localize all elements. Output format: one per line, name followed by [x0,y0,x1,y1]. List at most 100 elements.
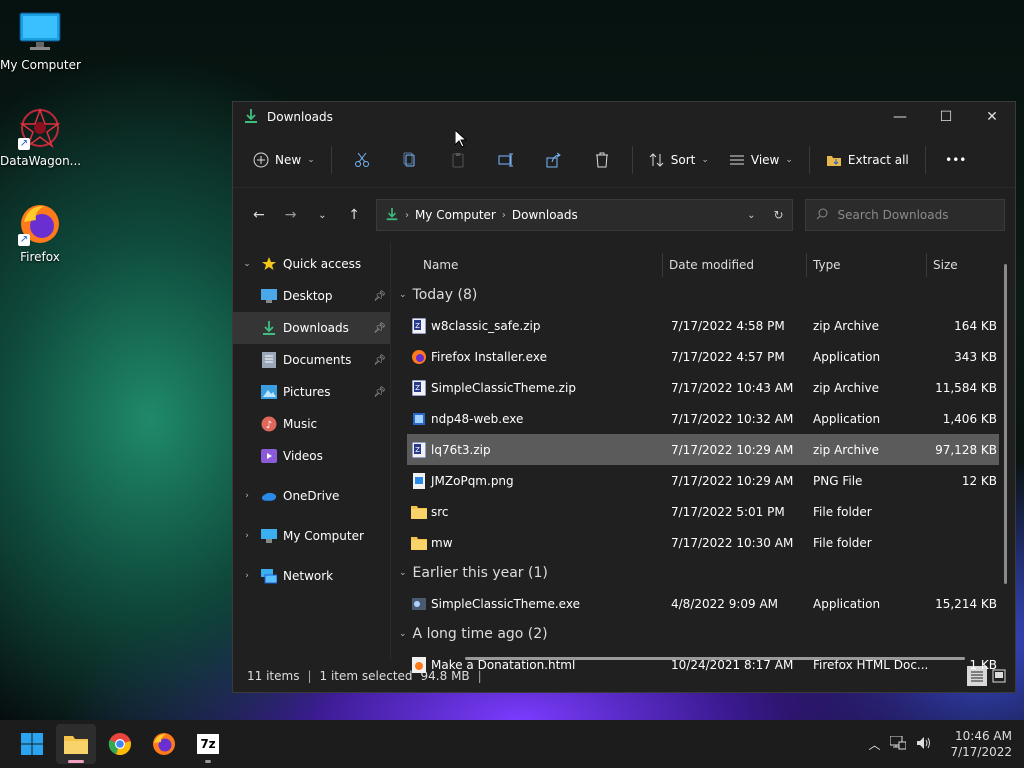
file-name: SimpleClassicTheme.zip [431,380,576,395]
taskbar-7zip[interactable]: 7z [188,724,228,764]
sidebar-item-downloads[interactable]: Downloads 📌︎ [233,312,390,344]
sidebar-item-documents[interactable]: Documents 📌︎ [233,344,390,376]
horizontal-scrollbar[interactable] [465,657,965,660]
column-header-name[interactable]: Name [391,253,663,277]
clock-date: 7/17/2022 [950,745,1012,759]
date-modified-cell: 7/17/2022 4:58 PM [671,318,785,333]
taskbar-file-explorer[interactable] [56,724,96,764]
new-button[interactable]: New ⌄ [243,144,325,176]
desktop-icon-my-computer[interactable]: My Computer [0,10,81,72]
chevron-down-icon[interactable]: ⌄ [399,629,407,639]
recent-locations-chevron-icon[interactable]: ⌄ [306,200,338,230]
file-row[interactable]: mw 7/17/2022 10:30 AM File folder [407,527,999,558]
group-header-today[interactable]: ⌄ Today (8) [391,280,1015,310]
desktop-icon-firefox[interactable]: ↗ Firefox [0,202,80,264]
rename-button[interactable] [482,144,530,176]
pictures-icon [261,384,277,400]
chevron-right-icon[interactable]: › [239,531,255,541]
cut-button[interactable] [338,144,386,176]
pin-icon[interactable]: 📌︎ [373,291,386,302]
navigation-bar: ← → ⌄ ↑ › My Computer › Downloads ⌄ ↻ Se… [233,188,1015,242]
folder-icon [64,736,88,754]
chevron-down-icon[interactable]: ⌄ [399,290,407,300]
sidebar-item-onedrive[interactable]: › OneDrive [233,480,390,512]
vertical-scrollbar[interactable] [1004,264,1007,584]
sidebar-item-network[interactable]: › Network [233,560,390,592]
file-row[interactable]: SimpleClassicTheme.exe 4/8/2022 9:09 AM Ap… [407,588,999,619]
extract-all-button[interactable]: Extract all [816,144,919,176]
chevron-right-icon: › [404,209,409,221]
chevron-down-icon: ⌄ [307,154,315,165]
column-header-type[interactable]: Type [807,253,927,277]
file-row[interactable]: ndp48-web.exe 7/17/2022 10:32 AM Applicati… [407,403,999,434]
sidebar-item-videos[interactable]: Videos [233,440,390,472]
svg-text:Z: Z [415,446,420,454]
minimize-button[interactable]: — [877,102,923,132]
status-separator: | [307,669,312,683]
view-list-icon [729,155,744,164]
address-bar[interactable]: › My Computer › Downloads ⌄ ↻ [375,199,793,231]
refresh-icon[interactable]: ↻ [773,208,783,222]
file-row[interactable]: Make a Donatation.html 10/24/2021 8:17 AM… [407,649,999,680]
address-dropdown-chevron-icon[interactable]: ⌄ [747,210,755,221]
network-status-icon[interactable] [889,735,907,753]
file-row[interactable]: Firefox Installer.exe 7/17/2022 4:57 PM Ap… [407,341,999,372]
up-arrow-icon[interactable]: ↑ [338,200,370,230]
sidebar-item-my-computer[interactable]: › My Computer [233,520,390,552]
sort-button[interactable]: Sort ⌄ [639,144,719,176]
sidebar-item-desktop[interactable]: Desktop 📌︎ [233,280,390,312]
taskbar-firefox[interactable] [144,724,184,764]
chevron-down-icon[interactable]: ⌄ [239,259,255,269]
file-row[interactable]: JMZoPqm.png 7/17/2022 10:29 AM PNG File 12 … [407,465,999,496]
datawagon-logo-icon: ↗ [18,106,62,150]
maximize-button[interactable]: ☐ [923,102,969,132]
search-box[interactable]: Search Downloads [804,199,1006,231]
chevron-down-icon[interactable]: ⌄ [399,568,407,578]
group-header-earlier-this-year[interactable]: ⌄ Earlier this year (1) [391,558,1015,588]
desktop-icon-datawagon[interactable]: ↗ DataWagon... [0,106,81,168]
forward-arrow-icon[interactable]: → [275,200,307,230]
sidebar-item-label: Downloads [283,321,349,335]
computer-icon [261,528,277,544]
title-bar[interactable]: Downloads — ☐ ✕ [233,102,1015,132]
sidebar-item-label: OneDrive [283,489,340,503]
chrome-icon [108,733,131,756]
start-button[interactable] [12,724,52,764]
paste-button[interactable] [434,144,482,176]
pin-icon[interactable]: 📌︎ [373,355,386,366]
copy-button[interactable] [386,144,434,176]
file-row[interactable]: src 7/17/2022 5:01 PM File folder [407,496,999,527]
view-button[interactable]: View ⌄ [719,144,803,176]
group-header-long-time-ago[interactable]: ⌄ A long time ago (2) [391,619,1015,649]
breadcrumb-my-computer[interactable]: My Computer [415,208,496,222]
sidebar-item-pictures[interactable]: Pictures 📌︎ [233,376,390,408]
file-row[interactable]: Zlq76t3.zip 7/17/2022 10:29 AM zip Archive… [407,434,999,465]
back-arrow-icon[interactable]: ← [243,200,275,230]
column-header-size[interactable]: Size [927,253,997,277]
sidebar-item-music[interactable]: ♪ Music [233,408,390,440]
share-button[interactable] [530,144,578,176]
sidebar-item-quick-access[interactable]: ⌄ Quick access [233,248,390,280]
date-modified-cell: 4/8/2022 9:09 AM [671,596,779,611]
file-row[interactable]: Z SimpleClassicTheme.zip 7/17/2022 10:43 A… [407,372,999,403]
chevron-right-icon[interactable]: › [239,571,255,581]
breadcrumb-downloads[interactable]: Downloads [512,208,578,222]
sort-label: Sort [670,152,696,167]
column-label: Size [933,258,958,272]
file-type-cell: zip Archive [813,318,879,333]
pin-icon[interactable]: 📌︎ [373,323,386,334]
search-icon [816,208,828,223]
download-icon [385,207,399,224]
pin-icon[interactable]: 📌︎ [373,387,386,398]
show-hidden-icons-chevron-up-icon[interactable]: ︿ [868,736,880,753]
column-header-date[interactable]: Date modified [663,253,807,277]
taskbar-chrome[interactable] [100,724,140,764]
chevron-right-icon[interactable]: › [239,491,255,501]
close-button[interactable]: ✕ [969,102,1015,132]
volume-icon[interactable] [916,736,932,753]
delete-button[interactable] [578,144,626,176]
clock[interactable]: 10:46 AM 7/17/2022 [950,728,1012,760]
file-row[interactable]: Zw8classic_safe.zip 7/17/2022 4:58 PM zip … [407,310,999,341]
date-modified-cell: 7/17/2022 10:29 AM [671,442,794,457]
more-options-button[interactable]: ••• [932,144,980,176]
